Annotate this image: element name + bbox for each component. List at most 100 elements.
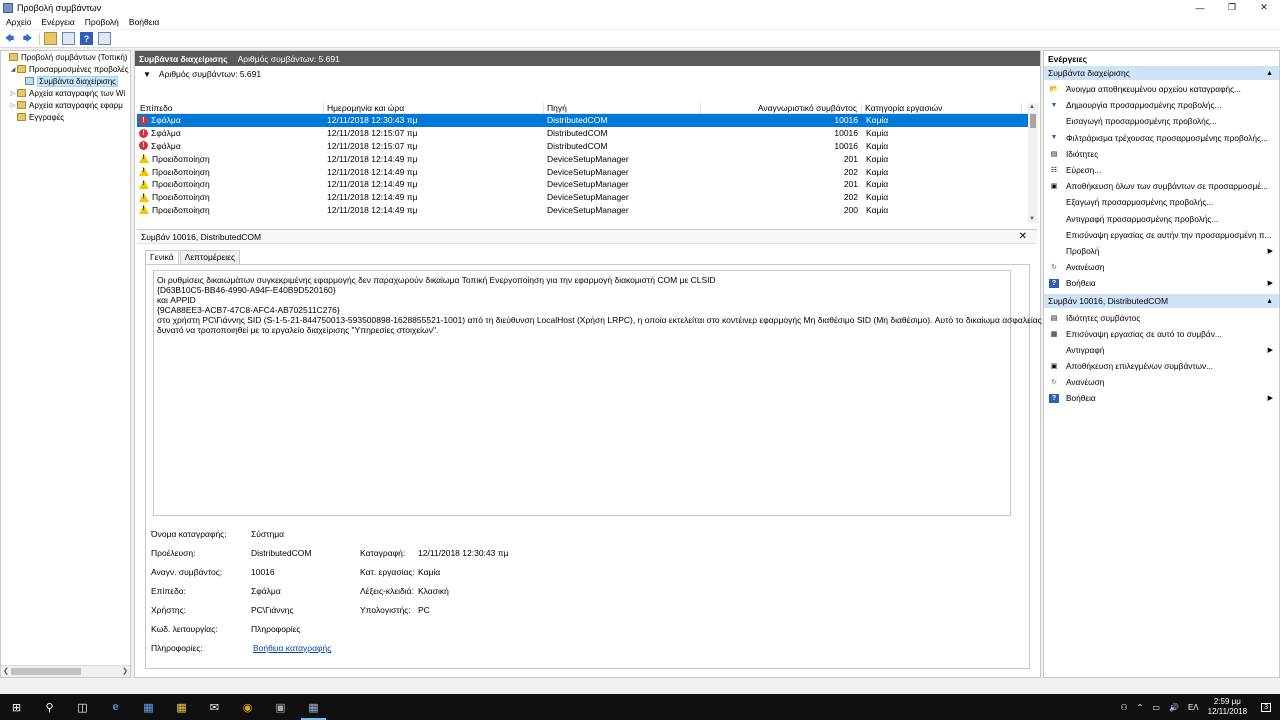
action-item[interactable]: Αντιγραφή ▶	[1044, 342, 1279, 358]
action-item[interactable]: ▦ Επισύναψη εργασίας σε αυτό το συμβάν...	[1044, 326, 1279, 342]
logged-value: 12/11/2018 12:30:43 πμ	[418, 548, 509, 558]
source-cell: DistributedCOM	[547, 128, 608, 139]
computer-label: Υπολογιστής:	[360, 605, 411, 615]
clock[interactable]: 2:59 μμ 12/11/2018	[1208, 697, 1247, 717]
event-id-cell: 10016	[834, 115, 858, 126]
action-item[interactable]: ? Βοήθεια ▶	[1044, 390, 1279, 406]
event-message[interactable]: Οι ρυθμίσεις δικαιωμάτων συγκεκριμένης ε…	[153, 270, 1061, 516]
table-row[interactable]: ! Σφάλμα 12/11/2018 12:30:43 πμ Distributed…	[137, 114, 1031, 127]
help-icon[interactable]: ?	[80, 32, 93, 45]
table-row[interactable]: ! Σφάλμα 12/11/2018 12:15:07 πμ Distributed…	[137, 127, 1031, 140]
menu-view[interactable]: Προβολή	[85, 17, 119, 27]
column-level[interactable]: Επίπεδο	[137, 103, 324, 113]
store-icon[interactable]: ▦	[132, 694, 165, 720]
level-cell: Προειδοποίηση	[152, 179, 210, 190]
menu-help[interactable]: Βοήθεια	[129, 17, 159, 27]
menu-bar: Αρχείο Ενέργεια Προβολή Βοήθεια	[0, 15, 1280, 29]
collapse-icon[interactable]: ▲	[1266, 70, 1273, 77]
tab-general[interactable]: Γενικά	[145, 250, 179, 264]
action-item[interactable]: Αντιγραφή προσαρμοσμένης προβολής...	[1044, 211, 1279, 227]
table-row[interactable]: Προειδοποίηση 12/11/2018 12:14:49 πμ Devic…	[137, 178, 1031, 191]
edge-browser-icon[interactable]: e	[99, 694, 132, 720]
file-explorer-icon[interactable]: ▦	[165, 694, 198, 720]
action-item[interactable]: ↻ Ανανέωση	[1044, 374, 1279, 390]
date-cell: 12/11/2018 12:15:07 πμ	[327, 140, 418, 151]
maximize-button[interactable]: ❐	[1216, 0, 1248, 15]
network-icon[interactable]: ▭	[1152, 703, 1160, 712]
mail-icon[interactable]: ✉	[198, 694, 231, 720]
search-icon[interactable]: ⚲	[33, 694, 66, 720]
expander-icon[interactable]: ◢	[9, 66, 17, 73]
event-viewer-taskbar-icon[interactable]: ▦	[297, 694, 330, 720]
table-row[interactable]: Προειδοποίηση 12/11/2018 12:14:49 πμ Devic…	[137, 191, 1031, 204]
action-item[interactable]: ▼ Φιλτράρισμα τρέχουσας προσαρμοσμένης πρ…	[1044, 130, 1279, 146]
column-event-id[interactable]: Αναγνωριστικό συμβάντος	[701, 103, 862, 113]
menu-file[interactable]: Αρχείο	[6, 17, 31, 27]
menu-action[interactable]: Ενέργεια	[41, 17, 74, 27]
filter-count: Αριθμός συμβάντων: 5.691	[158, 69, 262, 79]
actions-section-admin-events[interactable]: Συμβάντα διαχείρισης ▲	[1044, 66, 1279, 80]
find-icon: ☷	[1050, 167, 1058, 175]
show-hide-action-pane-icon[interactable]	[98, 32, 111, 45]
action-item[interactable]: ▤ Ιδιότητες	[1044, 146, 1279, 162]
table-row[interactable]: Προειδοποίηση 12/11/2018 12:14:49 πμ Devic…	[137, 165, 1031, 178]
keywords-label: Λέξεις-κλειδιά:	[360, 586, 414, 596]
close-detail-icon[interactable]: ✕	[1019, 231, 1027, 242]
action-item[interactable]: Εισαγωγή προσαρμοσμένης προβολής...	[1044, 113, 1279, 129]
recorder-app-icon[interactable]: ▣	[264, 694, 297, 720]
action-item[interactable]: ▼ Δημιουργία προσαρμοσμένης προβολής...	[1044, 97, 1279, 113]
source-label: Προέλευση:	[151, 548, 196, 558]
action-item[interactable]: 📂 Άνοιγμα αποθηκευμένου αρχείου καταγραφή…	[1044, 81, 1279, 97]
action-item[interactable]: ? Βοήθεια ▶	[1044, 275, 1279, 291]
table-row[interactable]: ! Σφάλμα 12/11/2018 12:15:07 πμ Distributed…	[137, 140, 1031, 153]
action-item[interactable]: Εξαγωγή προσαρμοσμένης προβολής...	[1044, 194, 1279, 210]
event-detail-panel: Συμβάν 10016, DistributedCOM ✕ Γενικά Λε…	[137, 229, 1061, 674]
events-vertical-scrollbar[interactable]: ▲ ▼	[1028, 103, 1038, 223]
column-date[interactable]: Ημερομηνία και ώρα	[324, 103, 544, 113]
tree-item[interactable]: Συμβάντα διαχείρισης	[1, 75, 130, 87]
tree-item[interactable]: Προβολή συμβάντων (Τοπική)	[1, 51, 130, 63]
tree-item[interactable]: ▷ Αρχεία καταγραφής των Wi	[1, 87, 130, 99]
expander-icon[interactable]: ▷	[9, 90, 17, 97]
up-folder-icon[interactable]	[44, 32, 57, 45]
table-row[interactable]: Προειδοποίηση 12/11/2018 12:14:49 πμ Devic…	[137, 204, 1031, 217]
action-item[interactable]: ▤ Ιδιότητες συμβάντος	[1044, 309, 1279, 325]
tree-item[interactable]: ▷ Αρχεία καταγραφής εφαρμ	[1, 99, 130, 111]
collapse-icon[interactable]: ▲	[1266, 298, 1273, 305]
events-table: Επίπεδο Ημερομηνία και ώρα Πηγή Αναγνωρι…	[137, 103, 1031, 223]
tree-horizontal-scrollbar[interactable]: ❮ ❯	[1, 665, 130, 677]
action-item[interactable]: ▣ Αποθήκευση όλων των συμβάντων σε προσαρ…	[1044, 178, 1279, 194]
show-hide-tree-icon[interactable]	[62, 32, 75, 45]
tree-item[interactable]: ◢ Προσαρμοσμένες προβολές	[1, 63, 130, 75]
actions-section-event[interactable]: Συμβάν 10016, DistributedCOM ▲	[1044, 294, 1279, 309]
filter-bar: ▼ Αριθμός συμβάντων: 5.691	[135, 66, 1040, 82]
forward-icon[interactable]: 🡆	[21, 32, 34, 45]
minimize-button[interactable]: —	[1184, 0, 1216, 15]
volume-icon[interactable]: 🔊	[1169, 703, 1179, 712]
window-title: Προβολή συμβάντων	[17, 2, 102, 13]
expander-icon[interactable]: ▷	[9, 102, 17, 109]
column-task-category[interactable]: Κατηγορία εργασιών	[862, 103, 1022, 113]
show-hidden-icons[interactable]: ⌃	[1137, 703, 1144, 712]
tab-details[interactable]: Λεπτομέρειες	[179, 250, 241, 264]
chrome-icon[interactable]: ◉	[231, 694, 264, 720]
back-icon[interactable]: 🡄	[3, 32, 16, 45]
action-item[interactable]: ↻ Ανανέωση	[1044, 259, 1279, 275]
action-item[interactable]: ▣ Αποθήκευση επιλεγμένων συμβάντων...	[1044, 358, 1279, 374]
action-item[interactable]: Προβολή ▶	[1044, 243, 1279, 259]
action-item[interactable]: Επισύναψη εργασίας σε αυτήν την προσαρμο…	[1044, 227, 1279, 243]
action-item[interactable]: ☷ Εύρεση...	[1044, 162, 1279, 178]
start-button[interactable]: ⊞	[0, 694, 33, 720]
close-button[interactable]: ✕	[1248, 0, 1280, 15]
people-icon[interactable]: ⚇	[1121, 703, 1128, 712]
action-label: Επισύναψη εργασίας σε αυτό το συμβάν...	[1066, 328, 1222, 339]
table-row[interactable]: Προειδοποίηση 12/11/2018 12:14:49 πμ Devic…	[137, 152, 1031, 165]
input-language[interactable]: ΕΛ	[1188, 703, 1199, 712]
title-bar: Προβολή συμβάντων — ❐ ✕	[0, 0, 1280, 15]
computer-value: PC	[418, 605, 430, 615]
notifications-icon[interactable]: 3	[1261, 702, 1271, 712]
task-view-icon[interactable]: ◫	[66, 694, 99, 720]
tree-item[interactable]: Εγγραφές	[1, 111, 130, 123]
event-log-help-link[interactable]: Βοήθεια καταγραφής	[253, 643, 331, 653]
column-source[interactable]: Πηγή	[544, 103, 701, 113]
